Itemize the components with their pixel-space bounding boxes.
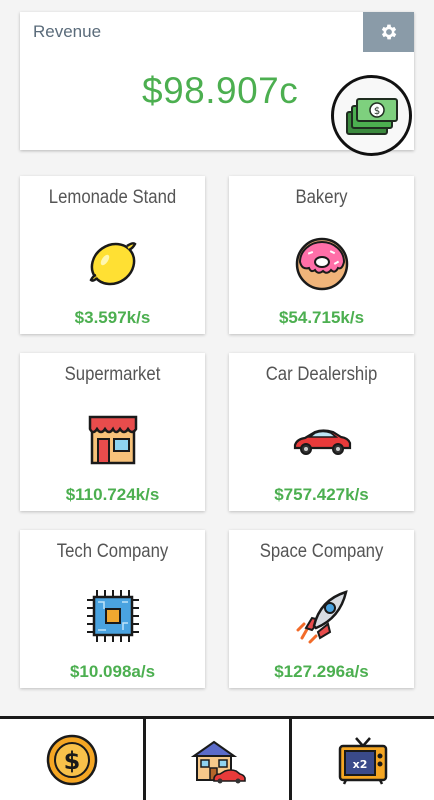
business-rate: $127.296a/s [274,662,369,681]
revenue-label: Revenue [33,22,102,41]
business-name: Bakery [295,187,348,208]
business-rate: $3.597k/s [74,308,151,327]
business-card-space-company[interactable]: Space Company $127.296a/s [229,530,414,688]
bottom-nav-earn-button[interactable]: $ [0,719,143,800]
lemon-icon [88,242,137,286]
car-icon [293,429,351,455]
business-card-bakery[interactable]: Bakery $54.715k/s [229,176,414,334]
business-rate: $54.715k/s [278,308,365,327]
svg-text:$: $ [373,106,379,117]
collect-cash-button[interactable]: $ [331,75,412,156]
tv-x2-icon: x2 [338,736,388,785]
gear-icon [381,24,396,40]
microchip-icon [86,590,139,642]
business-name: Tech Company [56,541,169,562]
cash-stack-icon: $ [345,97,398,135]
tv-badge-text: x2 [353,758,368,771]
svg-text:$: $ [63,747,80,775]
business-rate: $10.098a/s [69,662,156,681]
business-name: Car Dealership [265,364,378,385]
settings-button[interactable] [363,12,414,52]
business-name: Lemonade Stand [48,187,177,208]
business-rate: $110.724k/s [65,485,160,504]
business-card-supermarket[interactable]: Supermarket $110.724k/s [20,353,205,511]
house-car-icon [190,740,246,783]
business-rate: $757.427k/s [274,485,369,504]
dollar-coin-icon: $ [46,734,97,785]
business-name: Supermarket [64,364,161,385]
store-icon [88,415,137,465]
rocket-icon [296,590,348,644]
business-card-car-dealership[interactable]: Car Dealership $757.427k/s [229,353,414,511]
revenue-value: $98.907c [142,70,299,111]
donut-icon [295,237,348,291]
bottom-nav: $ x2 [0,716,434,800]
business-card-tech-company[interactable]: Tech Company $10.098a/s [20,530,205,688]
bottom-nav-assets-button[interactable] [146,719,289,800]
business-card-lemonade-stand[interactable]: Lemonade Stand $3.597k/s [20,176,205,334]
business-name: Space Company [259,541,384,562]
bottom-nav-boost-button[interactable]: x2 [292,719,434,800]
